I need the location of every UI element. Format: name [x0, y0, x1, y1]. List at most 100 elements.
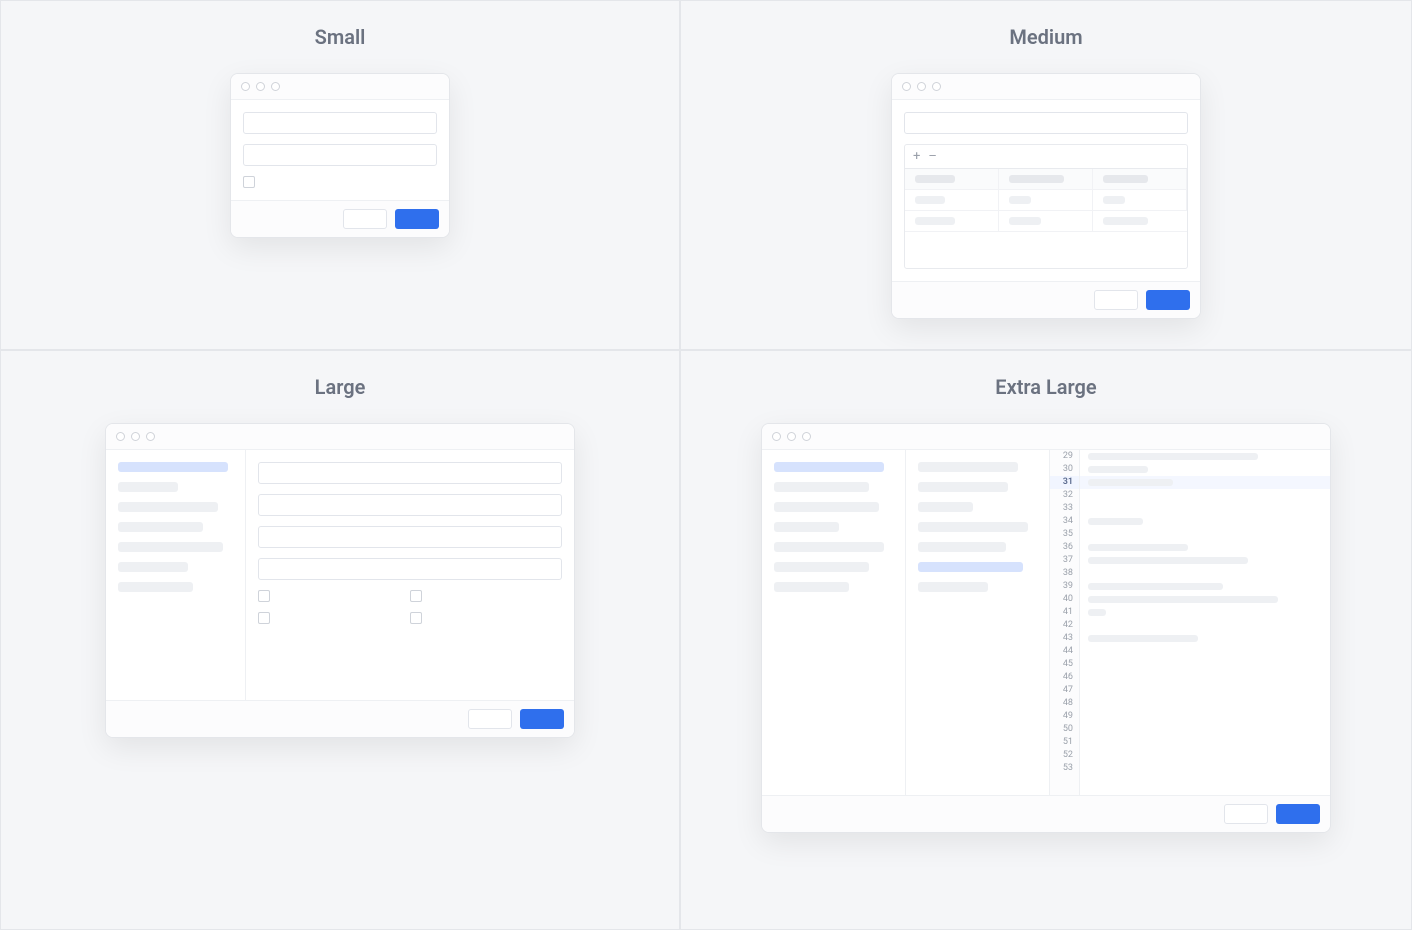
code-area[interactable]	[1080, 450, 1330, 795]
code-line	[1080, 697, 1330, 710]
titlebar	[231, 74, 449, 100]
cancel-button[interactable]	[468, 709, 512, 729]
search-field[interactable]	[904, 112, 1188, 134]
line-gutter: 2930313233343536373839404142434445464748…	[1050, 450, 1080, 795]
panel-item[interactable]	[774, 582, 849, 592]
table-cell	[1103, 196, 1125, 204]
line-number: 40	[1050, 593, 1079, 606]
quadrant-title-large: Large	[315, 375, 366, 399]
cancel-button[interactable]	[343, 209, 387, 229]
line-number: 34	[1050, 515, 1079, 528]
checkbox[interactable]	[258, 590, 270, 602]
quadrant-title-small: Small	[315, 25, 366, 49]
code-line	[1080, 749, 1330, 762]
text-field[interactable]	[258, 526, 562, 548]
panel-item[interactable]	[918, 542, 1006, 552]
footer	[892, 281, 1200, 318]
traffic-minimize-icon[interactable]	[787, 432, 796, 441]
code-line	[1080, 671, 1330, 684]
code-line	[1080, 567, 1330, 580]
panel-item[interactable]	[774, 562, 869, 572]
table-cell	[1009, 217, 1041, 225]
column-header[interactable]	[1009, 175, 1064, 183]
text-field[interactable]	[243, 112, 437, 134]
sidebar-item[interactable]	[118, 482, 178, 492]
quadrant-title-xl: Extra Large	[995, 375, 1096, 399]
text-field[interactable]	[258, 494, 562, 516]
sidebar-item[interactable]	[118, 582, 193, 592]
panel-item[interactable]	[918, 462, 1018, 472]
traffic-zoom-icon[interactable]	[932, 82, 941, 91]
cancel-button[interactable]	[1224, 804, 1268, 824]
code-line	[1080, 762, 1330, 775]
traffic-close-icon[interactable]	[116, 432, 125, 441]
table-cell	[1103, 217, 1148, 225]
line-number: 46	[1050, 671, 1079, 684]
panel-item[interactable]	[918, 522, 1028, 532]
code-line	[1080, 476, 1330, 489]
panel-item[interactable]	[918, 582, 988, 592]
line-number: 47	[1050, 684, 1079, 697]
checkbox[interactable]	[243, 176, 255, 188]
sidebar-item[interactable]	[118, 462, 228, 472]
panel-item[interactable]	[918, 482, 1008, 492]
panel-item[interactable]	[774, 462, 884, 472]
traffic-close-icon[interactable]	[902, 82, 911, 91]
traffic-zoom-icon[interactable]	[271, 82, 280, 91]
code-line	[1080, 580, 1330, 593]
sidebar-item[interactable]	[118, 502, 218, 512]
line-number: 52	[1050, 749, 1079, 762]
window-small	[230, 73, 450, 238]
traffic-minimize-icon[interactable]	[917, 82, 926, 91]
sidebar-item[interactable]	[118, 542, 223, 552]
panel-item[interactable]	[774, 482, 869, 492]
line-number: 45	[1050, 658, 1079, 671]
titlebar	[106, 424, 574, 450]
code-line	[1080, 658, 1330, 671]
panel-item[interactable]	[774, 502, 879, 512]
quadrant-large: Large	[0, 350, 680, 930]
code-line	[1080, 593, 1330, 606]
traffic-zoom-icon[interactable]	[802, 432, 811, 441]
panel-item[interactable]	[918, 502, 973, 512]
primary-button[interactable]	[1146, 290, 1190, 310]
traffic-close-icon[interactable]	[241, 82, 250, 91]
line-number: 41	[1050, 606, 1079, 619]
line-number: 29	[1050, 450, 1079, 463]
traffic-minimize-icon[interactable]	[256, 82, 265, 91]
sidebar-item[interactable]	[118, 562, 188, 572]
panel-item[interactable]	[918, 562, 1023, 572]
add-icon[interactable]: +	[913, 149, 920, 164]
table-cell	[1009, 196, 1031, 204]
line-number: 31	[1050, 476, 1079, 489]
text-field[interactable]	[258, 462, 562, 484]
window-xl: 2930313233343536373839404142434445464748…	[761, 423, 1331, 833]
primary-button[interactable]	[520, 709, 564, 729]
primary-button[interactable]	[395, 209, 439, 229]
text-field[interactable]	[243, 144, 437, 166]
line-number: 53	[1050, 762, 1079, 775]
checkbox[interactable]	[258, 612, 270, 624]
traffic-zoom-icon[interactable]	[146, 432, 155, 441]
titlebar	[892, 74, 1200, 100]
text-field[interactable]	[258, 558, 562, 580]
checkbox[interactable]	[410, 590, 422, 602]
line-number: 49	[1050, 710, 1079, 723]
column-header[interactable]	[1103, 175, 1148, 183]
remove-icon[interactable]: –	[928, 149, 937, 164]
panel-item[interactable]	[774, 522, 839, 532]
line-number: 30	[1050, 463, 1079, 476]
code-line	[1080, 515, 1330, 528]
line-number: 51	[1050, 736, 1079, 749]
traffic-close-icon[interactable]	[772, 432, 781, 441]
code-line	[1080, 710, 1330, 723]
main-pane	[246, 450, 574, 700]
panel-item[interactable]	[774, 542, 884, 552]
traffic-minimize-icon[interactable]	[131, 432, 140, 441]
sidebar-item[interactable]	[118, 522, 203, 532]
column-header[interactable]	[915, 175, 955, 183]
primary-button[interactable]	[1276, 804, 1320, 824]
table-toolbar: + –	[905, 145, 1187, 169]
checkbox[interactable]	[410, 612, 422, 624]
cancel-button[interactable]	[1094, 290, 1138, 310]
